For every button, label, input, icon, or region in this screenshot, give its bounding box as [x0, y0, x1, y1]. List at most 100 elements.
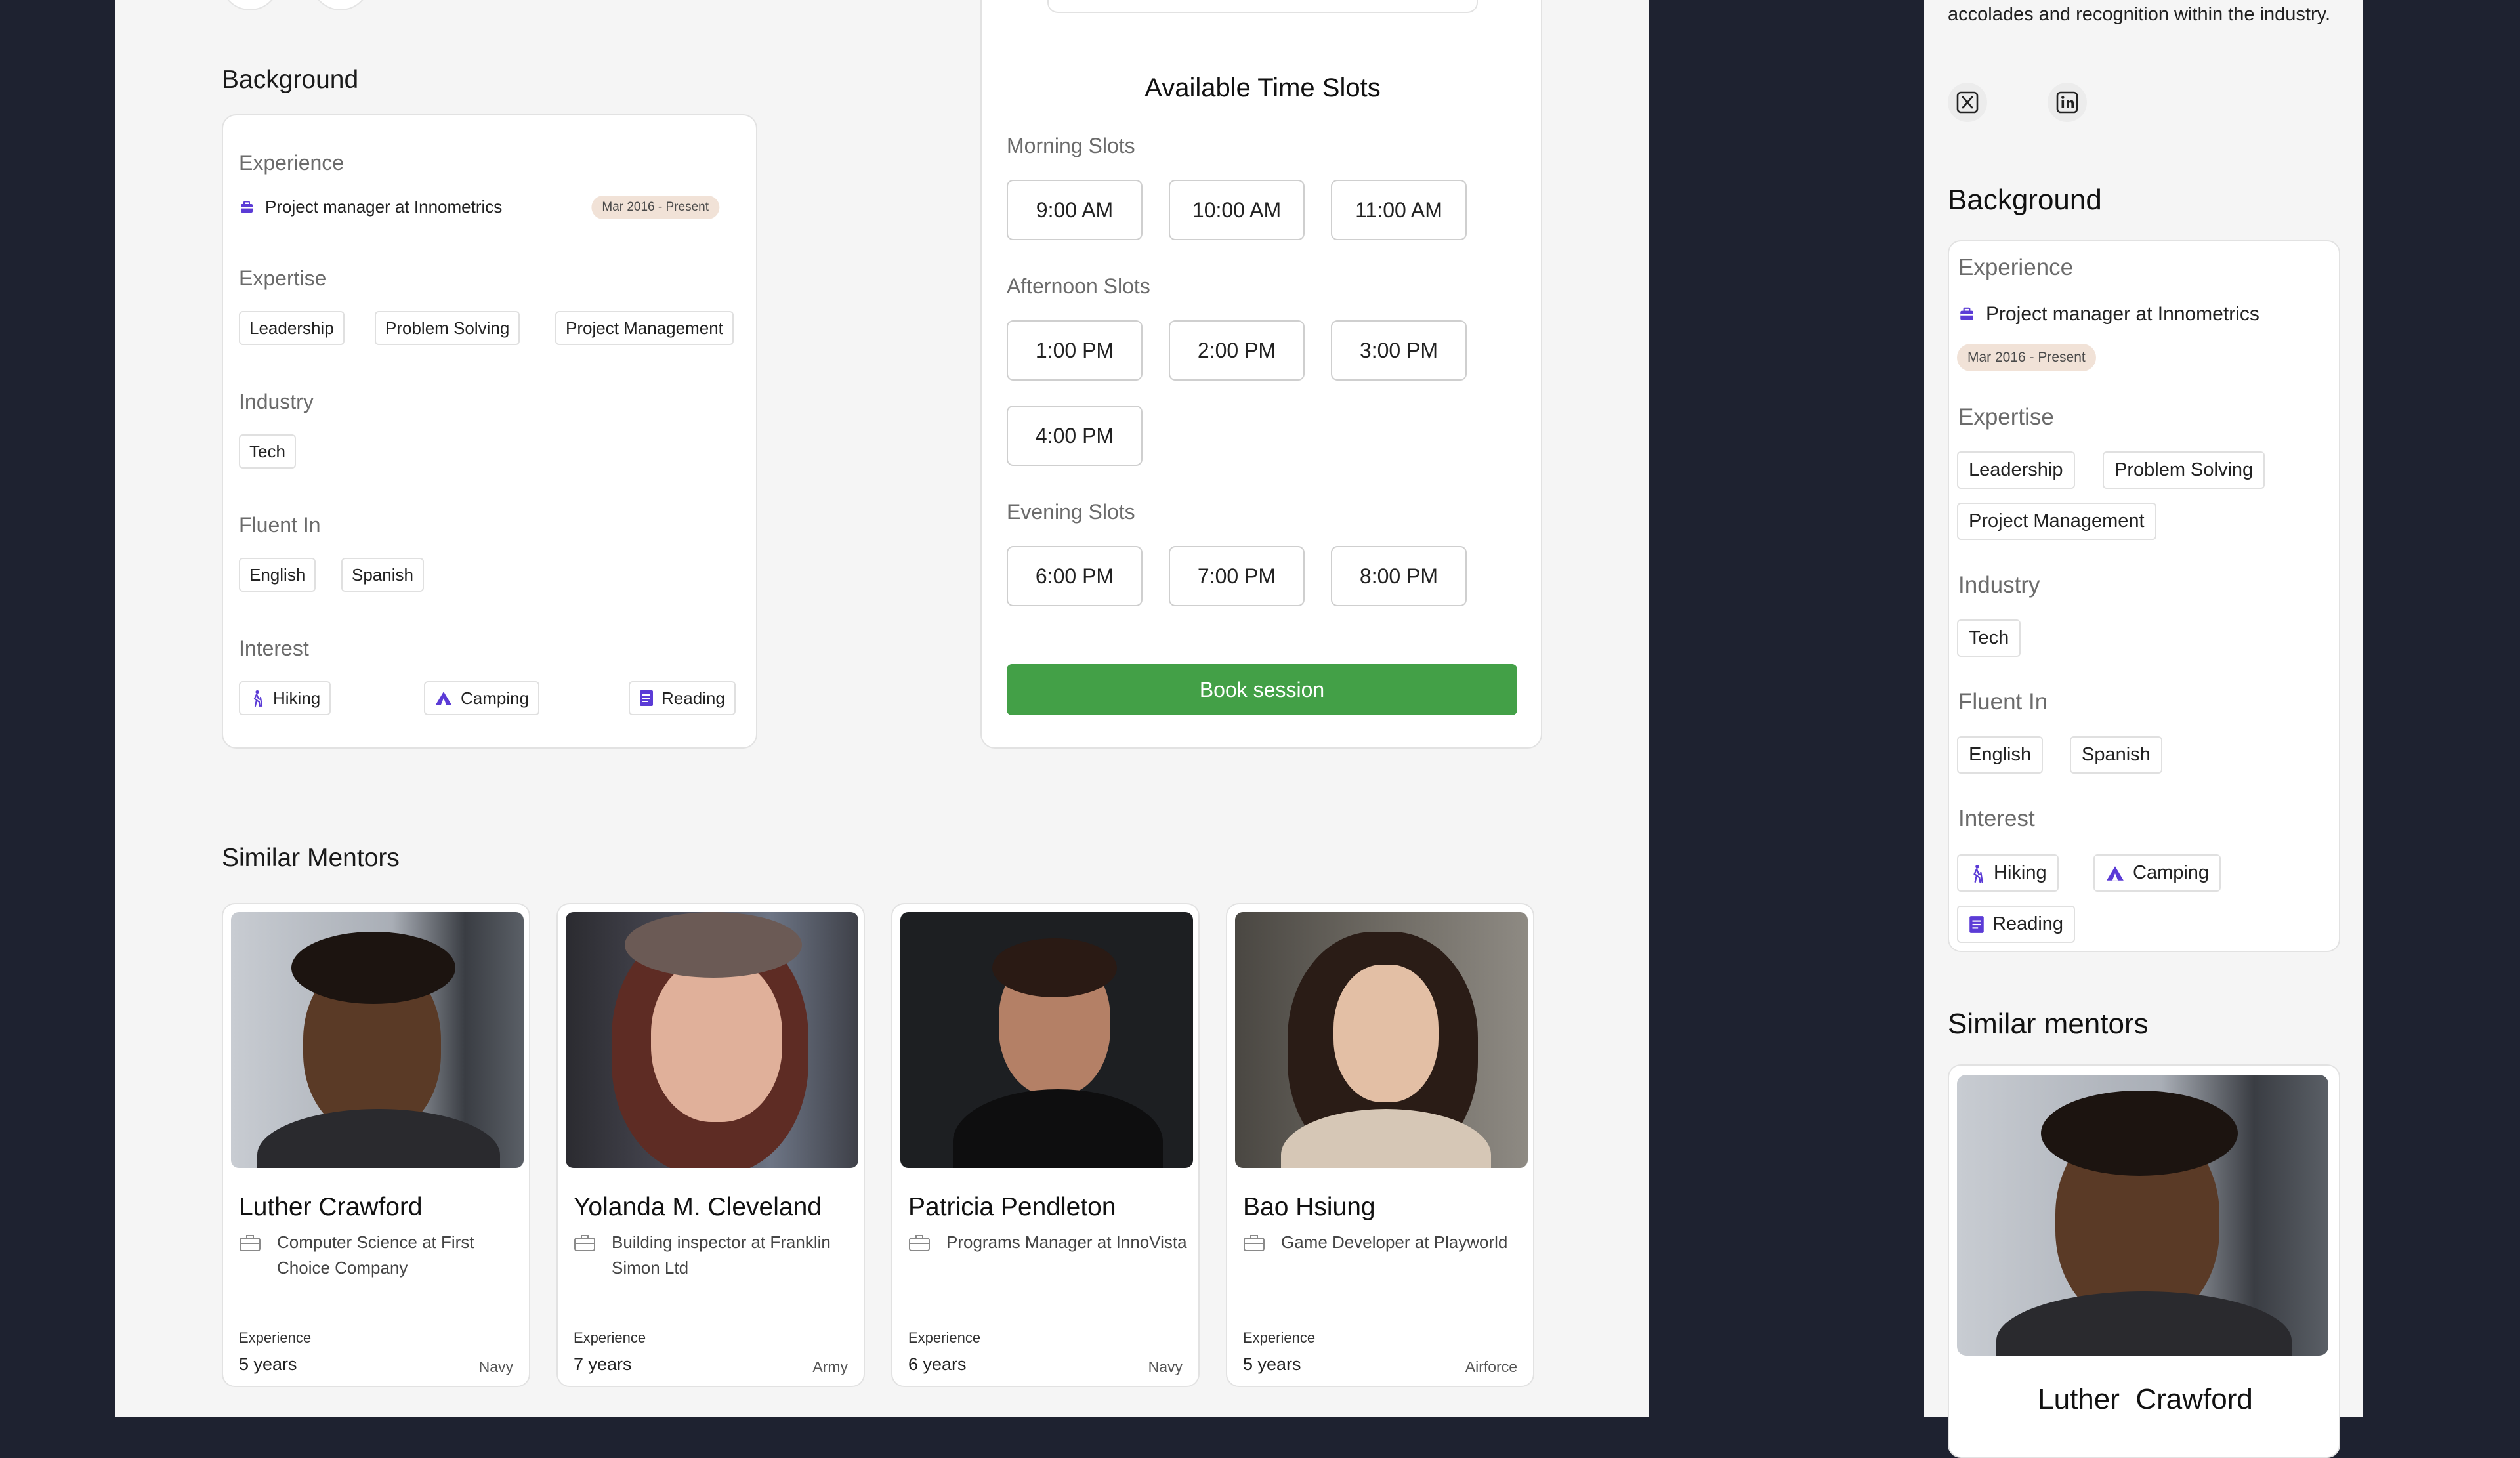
x-icon — [1956, 91, 1979, 114]
fluent-label: Fluent In — [239, 513, 321, 537]
mentor-branch: Navy — [478, 1358, 513, 1375]
interest-tag-camping: Camping — [424, 681, 540, 715]
slot-button[interactable]: 11:00 AM — [1331, 180, 1467, 240]
interest-tag-hiking: Hiking — [239, 681, 331, 715]
mentor-photo — [566, 912, 858, 1168]
slot-button[interactable]: 2:00 PM — [1169, 320, 1305, 381]
book-session-button[interactable]: Book session — [1007, 664, 1517, 715]
mentor-photo — [1957, 1075, 2328, 1356]
experience-item: Project manager at Innometrics — [239, 197, 502, 217]
mobile-mentor-card[interactable]: Luther Crawford — [1948, 1064, 2340, 1458]
mentor-card[interactable]: Luther Crawford Computer Science at Firs… — [222, 903, 530, 1387]
mobile-background-title: Background — [1948, 184, 2102, 216]
interest-label: Interest — [1958, 806, 2035, 831]
slots-title: Available Time Slots — [1144, 73, 1381, 102]
mentor-role: Building inspector at Franklin Simon Ltd — [612, 1232, 831, 1278]
x-social-button[interactable] — [1948, 83, 1987, 122]
briefcase-outline-icon — [574, 1235, 595, 1251]
mentor-experience-years: 5 years — [239, 1354, 297, 1374]
briefcase-icon — [241, 201, 253, 213]
experience-label: Experience — [239, 151, 345, 175]
experience-date-pill: Mar 2016 - Present — [591, 196, 719, 219]
interest-tag-reading: Reading — [1957, 906, 2076, 943]
expertise-tag: Project Management — [1957, 503, 2156, 540]
evening-slots-label: Evening Slots — [1007, 500, 1135, 524]
expertise-label: Expertise — [1958, 404, 2054, 430]
mentor-experience-years: 7 years — [574, 1354, 632, 1374]
camping-icon — [2107, 865, 2124, 881]
slot-button[interactable]: 10:00 AM — [1169, 180, 1305, 240]
interest-label: Interest — [239, 636, 309, 660]
mentor-name: Yolanda M. Cleveland — [574, 1193, 822, 1221]
slots-top-remnant — [1047, 0, 1478, 13]
mentor-experience-label: Experience — [908, 1329, 981, 1346]
mentor-photo — [900, 912, 1193, 1168]
expertise-tag: Problem Solving — [2103, 451, 2265, 489]
mentor-experience-label: Experience — [239, 1329, 312, 1346]
similar-mentors-title: Similar Mentors — [222, 844, 400, 872]
slot-button[interactable]: 8:00 PM — [1331, 546, 1467, 606]
scroll-remnant-button-2[interactable] — [311, 0, 370, 10]
scroll-remnant-button-1[interactable] — [220, 0, 280, 10]
experience-date-pill: Mar 2016 - Present — [1957, 344, 2096, 371]
mobile-background-card: Experience Project manager at Innometric… — [1948, 240, 2340, 952]
mentor-name: Bao Hsiung — [1243, 1193, 1376, 1221]
mentor-name: Luther Crawford — [2038, 1383, 2253, 1415]
mentor-role: Programs Manager at InnoVista — [946, 1232, 1187, 1252]
interest-tag-reading: Reading — [629, 681, 736, 715]
briefcase-outline-icon — [240, 1235, 261, 1251]
mentor-role: Game Developer at Playworld — [1281, 1232, 1508, 1252]
hiking-icon — [1973, 864, 1983, 883]
fluent-label: Fluent In — [1958, 689, 2048, 715]
linkedin-icon — [2056, 91, 2078, 114]
mentor-branch: Navy — [1148, 1358, 1183, 1375]
language-tag: Spanish — [341, 558, 424, 592]
expertise-tag: Leadership — [1957, 451, 2075, 489]
mobile-panel: accolades and recognition within the ind… — [1924, 0, 2362, 1458]
slot-button[interactable]: 9:00 AM — [1007, 180, 1143, 240]
slot-button[interactable]: 4:00 PM — [1007, 406, 1143, 466]
briefcase-icon — [1960, 307, 1973, 320]
linkedin-social-button[interactable] — [2048, 83, 2087, 122]
experience-item: Project manager at Innometrics — [1958, 303, 2259, 325]
mentor-experience-label: Experience — [574, 1329, 646, 1346]
bio-text: accolades and recognition within the ind… — [1948, 4, 2331, 25]
main-panel: Background Experience Project manager at… — [116, 0, 1648, 1417]
time-slots-card: Available Time Slots Morning Slots 9:00 … — [980, 0, 1542, 749]
hiking-icon — [253, 690, 263, 707]
camping-icon — [436, 692, 452, 705]
interest-tag-hiking: Hiking — [1957, 854, 2059, 892]
slot-button[interactable]: 7:00 PM — [1169, 546, 1305, 606]
industry-label: Industry — [239, 390, 314, 413]
mentor-photo — [231, 912, 524, 1168]
expertise-tag: Project Management — [555, 311, 734, 345]
expertise-tag: Problem Solving — [375, 311, 520, 345]
book-icon — [640, 690, 653, 706]
industry-tag: Tech — [239, 434, 296, 469]
industry-tag: Tech — [1957, 619, 2021, 657]
experience-label: Experience — [1958, 255, 2074, 280]
mobile-similar-mentors-title: Similar mentors — [1948, 1008, 2149, 1040]
briefcase-outline-icon — [909, 1235, 930, 1251]
mentor-branch: Airforce — [1465, 1358, 1517, 1375]
slot-button[interactable]: 1:00 PM — [1007, 320, 1143, 381]
slot-button[interactable]: 3:00 PM — [1331, 320, 1467, 381]
mentor-card[interactable]: Yolanda M. Cleveland Building inspector … — [556, 903, 865, 1387]
afternoon-slots-label: Afternoon Slots — [1007, 274, 1150, 298]
interest-tag-camping: Camping — [2093, 854, 2221, 892]
mentor-card[interactable]: Bao Hsiung Game Developer at Playworld E… — [1226, 903, 1534, 1387]
briefcase-outline-icon — [1244, 1235, 1265, 1251]
mentor-name: Patricia Pendleton — [908, 1193, 1116, 1221]
mentor-card[interactable]: Patricia Pendleton Programs Manager at I… — [891, 903, 1200, 1387]
mentor-branch: Army — [812, 1358, 848, 1375]
mentor-experience-years: 6 years — [908, 1354, 967, 1374]
industry-label: Industry — [1958, 572, 2040, 598]
mentor-experience-label: Experience — [1243, 1329, 1316, 1346]
slot-button[interactable]: 6:00 PM — [1007, 546, 1143, 606]
language-tag: English — [239, 558, 316, 592]
mentor-role: Computer Science at First Choice Company — [277, 1232, 474, 1278]
mentor-name: Luther Crawford — [239, 1193, 423, 1221]
experience-item-text: Project manager at Innometrics — [265, 197, 503, 217]
experience-item-text: Project manager at Innometrics — [1986, 303, 2259, 325]
language-tag: English — [1957, 736, 2044, 774]
